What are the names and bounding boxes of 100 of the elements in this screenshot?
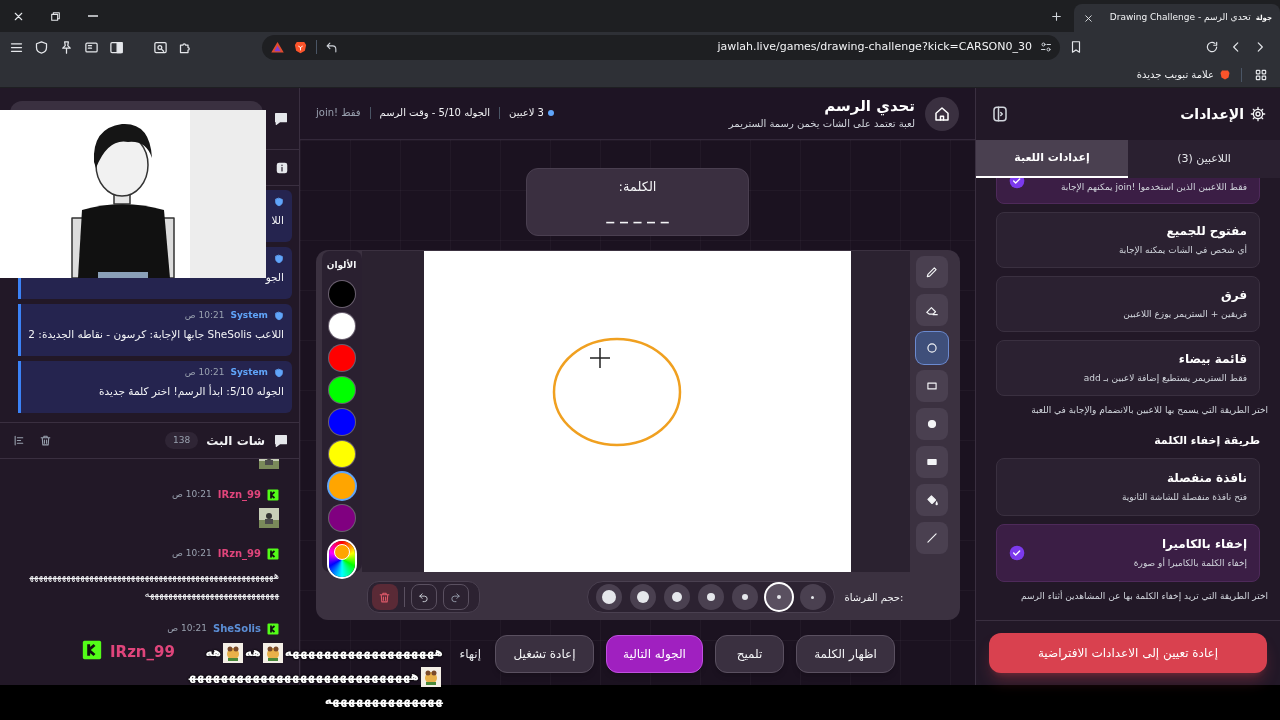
- message-text: الجوله 5/10: ابدأ الرسم! اختر كلمة جديدة: [98, 384, 284, 400]
- reset-button[interactable]: إعادة تعيين إلى الاعدادات الافتراضية: [989, 633, 1267, 673]
- action-button[interactable]: اظهار الكلمة: [796, 635, 895, 673]
- section-title: طريقة إخفاء الكلمة: [1153, 433, 1260, 449]
- sender-name: System: [230, 309, 268, 323]
- bookmark-icon: [1069, 40, 1083, 54]
- brush-size-option[interactable]: [697, 584, 724, 610]
- tool-button[interactable]: [915, 408, 948, 440]
- check-icon: [1009, 544, 1025, 561]
- close-icon: [1082, 12, 1094, 24]
- option-card[interactable]: فرق فريقين + الستريمر يوزع اللاعبين: [996, 275, 1260, 332]
- color-swatch[interactable]: [328, 280, 355, 307]
- message-time: 10:21 ص: [184, 366, 225, 380]
- shield-icon: [274, 197, 284, 207]
- color-swatch[interactable]: [328, 408, 355, 435]
- message-time: 10:21 ص: [172, 546, 212, 560]
- settings-tab[interactable]: اللاعبين (3): [1128, 140, 1280, 178]
- word-label: الكلمة:: [618, 178, 657, 196]
- tool-button[interactable]: [915, 294, 948, 326]
- option-title: قائمة بيضاء: [1177, 350, 1247, 368]
- reload-icon: [1205, 40, 1219, 54]
- color-swatch[interactable]: [328, 472, 355, 499]
- round-info: الجوله 5/10 - وقت الرسم: [379, 106, 490, 120]
- color-swatch[interactable]: [328, 344, 355, 371]
- brush-size-option[interactable]: [663, 584, 690, 610]
- option-card[interactable]: نافذة منفصلة فتح نافذة منفصلة للشاشة الثانوية: [996, 457, 1260, 516]
- restore-icon: [49, 9, 62, 23]
- redo-button[interactable]: [442, 584, 469, 610]
- crosshair-cursor-icon: [589, 348, 610, 368]
- shield-icon: [33, 39, 49, 55]
- color-swatch[interactable]: [328, 376, 355, 403]
- tool-button[interactable]: [915, 332, 948, 364]
- option-title: فرق: [1219, 286, 1247, 304]
- word-mask: _ _ _ _ _: [606, 204, 669, 226]
- sender-name: System: [230, 366, 268, 380]
- home-icon: [933, 104, 951, 123]
- plus-icon: [1049, 9, 1063, 23]
- tool-button[interactable]: [915, 256, 948, 288]
- message-text: اللاعب SheSolis جابها الإجابة: كرسون - نقاطه الجديدة: 2: [29, 327, 284, 343]
- brush-size-option[interactable]: [595, 584, 622, 610]
- trash-icon: [378, 590, 391, 604]
- shield-logo-icon[interactable]: [293, 39, 308, 55]
- clear-canvas-button[interactable]: [371, 584, 398, 610]
- tab-title: Drawing Challenge - تحدي الرسم: [1108, 11, 1251, 25]
- hint-text: اختر الطريقة التي يسمح بها للاعبين بالانضمام والإجابة في اللعبة: [1030, 403, 1268, 417]
- option-description: فتح نافذة منفصلة للشاشة الثانوية: [1121, 490, 1247, 504]
- action-button[interactable]: تلميح: [715, 635, 784, 673]
- tool-button[interactable]: [915, 370, 948, 402]
- reader-icon: [83, 39, 99, 55]
- collapse-panel-button[interactable]: [990, 104, 1010, 124]
- message-text: ههههههههههههههههههههههههههههههههههههههههههههههههههههههههههههههههههههههههههههههههههه: [29, 569, 279, 602]
- option-card[interactable]: فقط اللاعبين الذين استخدموا !join يمكنهم الإجابة: [996, 178, 1260, 204]
- shield-icon: [274, 311, 284, 321]
- game-title: تحدي الرسم: [823, 96, 915, 116]
- pencil-icon: [924, 265, 939, 279]
- brush-size-label: حجم الفرشاة:: [844, 590, 904, 605]
- undo-button[interactable]: [410, 584, 437, 610]
- color-swatch[interactable]: [328, 312, 355, 339]
- colors-label: الألوان: [326, 259, 357, 273]
- action-button[interactable]: الجوله التالية: [606, 635, 703, 673]
- option-card[interactable]: مفتوح للجميع أي شخص في الشات يمكنه الإجابة: [996, 211, 1260, 268]
- action-button[interactable]: إعادة تشغيل: [495, 635, 594, 673]
- tool-button[interactable]: [915, 446, 948, 478]
- join-mode: فقط !join: [316, 106, 361, 120]
- trash-icon: [38, 434, 52, 447]
- option-description: فريقين + الستريمر يوزع اللاعبين: [1122, 307, 1247, 321]
- color-swatch[interactable]: [328, 440, 355, 467]
- minimize-icon: [87, 15, 98, 17]
- bookmark-item[interactable]: علامة تبويب جديدة: [1136, 67, 1231, 82]
- color-swatch[interactable]: [328, 504, 355, 531]
- chat-title: شات البث: [206, 432, 265, 450]
- redo-icon: [450, 591, 461, 603]
- channel-badge-icon: [267, 547, 279, 560]
- option-card[interactable]: إخفاء بالكاميرا إخفاء الكلمة بالكاميرا أو صورة: [996, 523, 1260, 582]
- option-title: نافذة منفصلة: [1165, 469, 1247, 487]
- undo-icon: [418, 591, 429, 603]
- chat-bubble-icon: [273, 432, 289, 449]
- username: SheSolis: [213, 622, 261, 636]
- home-button[interactable]: [925, 96, 959, 131]
- username: IRzn_99: [217, 547, 261, 561]
- info-icon[interactable]: [275, 160, 289, 175]
- address-bar[interactable]: jawlah.live/games/drawing-challenge?kick=CARSON0_30: [262, 34, 1060, 60]
- brush-size-option[interactable]: [731, 584, 758, 610]
- overlay-message: هههههههههههههههههههه هه هه هههههههههههههههههههههههههههههههههههههههههههه: [184, 640, 443, 712]
- option-card[interactable]: قائمة بيضاء فقط الستريمر يستطيع إضافة لاعبين بـ add: [996, 339, 1260, 396]
- reply-arrow-icon[interactable]: [325, 40, 338, 54]
- site-settings-icon[interactable]: [1040, 41, 1052, 53]
- custom-color-picker[interactable]: [328, 540, 355, 577]
- message-count: 138: [165, 431, 199, 450]
- brush-size-option[interactable]: [765, 584, 792, 610]
- rectangle-icon: [924, 379, 939, 393]
- message-text: اللا: [270, 213, 284, 228]
- option-title: إخفاء بالكاميرا: [1160, 535, 1247, 553]
- settings-tab[interactable]: إعدادات اللعبة: [976, 140, 1128, 178]
- line-icon: [924, 531, 939, 545]
- circle-icon: [924, 341, 939, 355]
- option-description: فقط الستريمر يستطيع إضافة لاعبين بـ add: [1082, 371, 1247, 385]
- triangle-icon[interactable]: [270, 39, 285, 55]
- tool-button[interactable]: [915, 484, 948, 516]
- brush-size-option[interactable]: [629, 584, 656, 610]
